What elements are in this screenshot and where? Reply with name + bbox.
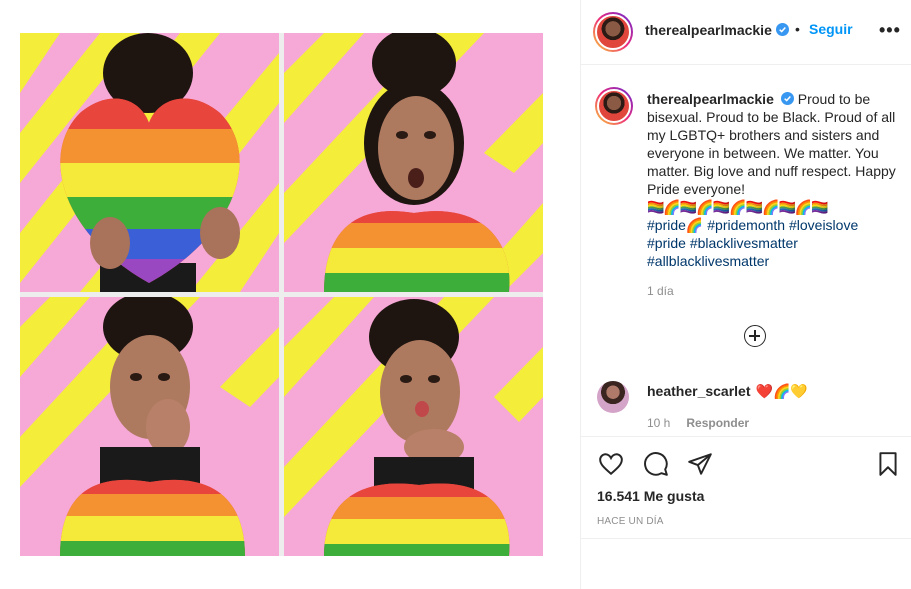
bookmark-icon[interactable]	[875, 451, 901, 477]
post-details: therealpearlmackie • Seguir ••• therealp…	[581, 0, 911, 589]
verified-icon	[780, 92, 794, 105]
post-image[interactable]	[20, 33, 543, 556]
author-username[interactable]: therealpearlmackie	[645, 22, 789, 38]
comment-text: ❤️🌈💛	[755, 383, 808, 399]
author-avatar[interactable]	[593, 12, 633, 52]
more-icon[interactable]: •••	[879, 20, 901, 41]
photo-panel-2	[284, 33, 543, 292]
hashtag-link[interactable]: #pride🌈	[647, 217, 703, 233]
add-comment-icon[interactable]	[744, 325, 766, 347]
follow-button[interactable]: Seguir	[809, 21, 853, 37]
post-header: therealpearlmackie • Seguir •••	[581, 0, 911, 65]
caption-flags: 🏳️‍🌈🌈🏳️‍🌈🌈🏳️‍🌈🌈🏳️‍🌈🌈🏳️‍🌈🌈🏳️‍🌈	[647, 199, 829, 215]
post-media-area	[0, 0, 580, 589]
commenter-avatar[interactable]	[597, 381, 629, 413]
heart-icon[interactable]	[598, 451, 624, 477]
post-timestamp: HACE UN DÍA	[597, 516, 664, 527]
header-separator: •	[795, 21, 800, 37]
photo-panel-4	[284, 297, 543, 556]
action-divider	[581, 538, 911, 539]
hashtag-link[interactable]: #allblacklivesmatter	[647, 253, 769, 269]
username-text[interactable]: therealpearlmackie	[645, 22, 772, 38]
comment-icon[interactable]	[643, 451, 669, 477]
comment-time[interactable]: 10 h	[647, 416, 670, 430]
photo-panel-1	[20, 33, 279, 292]
hashtag-link[interactable]: #loveislove	[789, 217, 858, 233]
photo-panel-3	[20, 297, 279, 556]
verified-icon	[775, 23, 789, 36]
commenter-username[interactable]: heather_scarlet	[647, 383, 751, 399]
comment-meta: 10 h Responder	[647, 416, 765, 430]
share-icon[interactable]	[687, 451, 713, 477]
post-caption: therealpearlmackie Proud to be bisexual.…	[647, 90, 907, 270]
hashtag-link[interactable]: #pride	[647, 235, 686, 251]
caption-timestamp[interactable]: 1 día	[647, 284, 674, 298]
hashtag-link[interactable]: #blacklivesmatter	[690, 235, 798, 251]
hashtag-link[interactable]: #pridemonth	[707, 217, 785, 233]
likes-count[interactable]: 16.541 Me gusta	[597, 488, 704, 504]
reply-button[interactable]: Responder	[686, 416, 749, 430]
comment: heather_scarlet ❤️🌈💛	[647, 383, 808, 400]
caption-username[interactable]: therealpearlmackie	[647, 91, 774, 107]
caption-avatar[interactable]	[595, 87, 633, 125]
action-bar: 16.541 Me gusta HACE UN DÍA	[581, 436, 911, 589]
